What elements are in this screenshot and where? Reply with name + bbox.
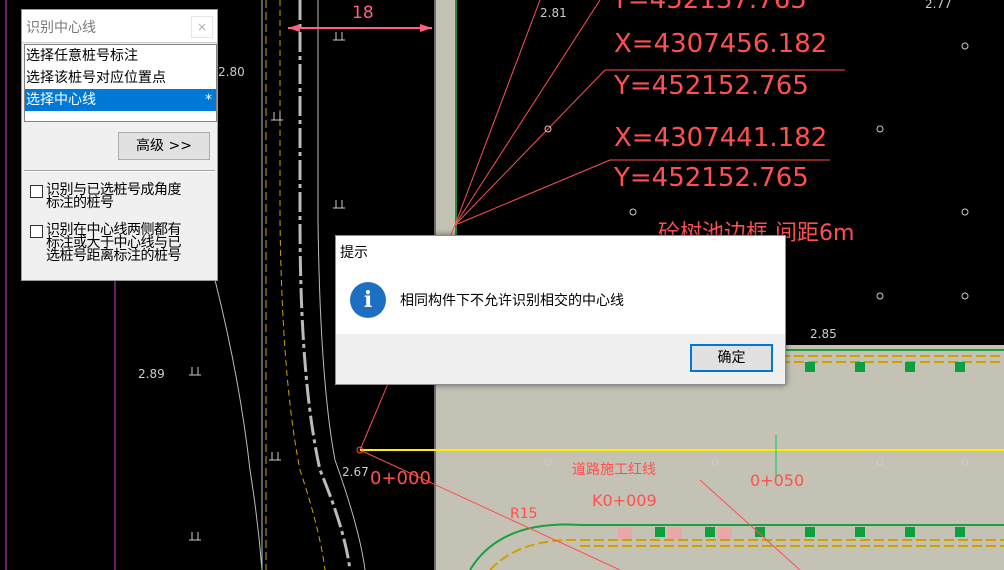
list-item[interactable]: 选择任意桩号标注 [25,45,216,67]
dim-2-85: 2.85 [810,327,837,341]
dim-18: 18 [352,3,374,23]
coord-y-top: Y=452137.765 [611,0,807,15]
checkbox[interactable] [30,185,43,198]
dialog-footer: 确定 [336,334,785,384]
r-label: R15 [510,506,538,522]
coord-y2: Y=452152.765 [613,163,809,193]
checkbox[interactable] [30,225,43,238]
road-edge-label: 道路施工红线 [572,462,656,478]
dim-2-80: 2.80 [218,65,245,79]
advanced-button[interactable]: 高级 >> [118,132,210,160]
close-icon[interactable]: × [191,16,213,38]
info-icon: i [350,282,386,318]
dim-2-67: 2.67 [342,465,369,479]
dim-2-77: 2.77 [925,0,952,11]
panel-title: 识别中心线 [26,20,96,36]
dim-2-89: 2.89 [138,367,165,381]
coord-x2: X=4307441.182 [614,123,827,153]
panel-titlebar[interactable]: 识别中心线 × [22,10,217,43]
divider [24,170,215,172]
recognize-centerline-panel[interactable]: 识别中心线 × 选择任意桩号标注 选择该桩号对应位置点 选择中心线 * 高级 >>… [21,9,218,281]
k-station: K0+009 [592,491,657,510]
coord-y1: Y=452152.765 [613,71,809,101]
dim-2-81: 2.81 [540,6,567,20]
dialog-message: 相同构件下不允许识别相交的中心线 [400,293,624,309]
coord-x1: X=4307456.182 [614,29,827,59]
mode-list[interactable]: 选择任意桩号标注 选择该桩号对应位置点 选择中心线 * [24,44,217,122]
list-item[interactable]: 选择该桩号对应位置点 [25,67,216,89]
selected-mark: * [205,92,212,108]
station-0: 0+000 [370,468,431,489]
ok-button[interactable]: 确定 [690,344,773,372]
dialog-title: 提示 [340,245,368,261]
message-dialog[interactable]: 提示 i 相同构件下不允许识别相交的中心线 确定 [335,235,786,385]
list-item-selected[interactable]: 选择中心线 * [25,89,216,111]
station-50: 0+050 [750,471,804,490]
